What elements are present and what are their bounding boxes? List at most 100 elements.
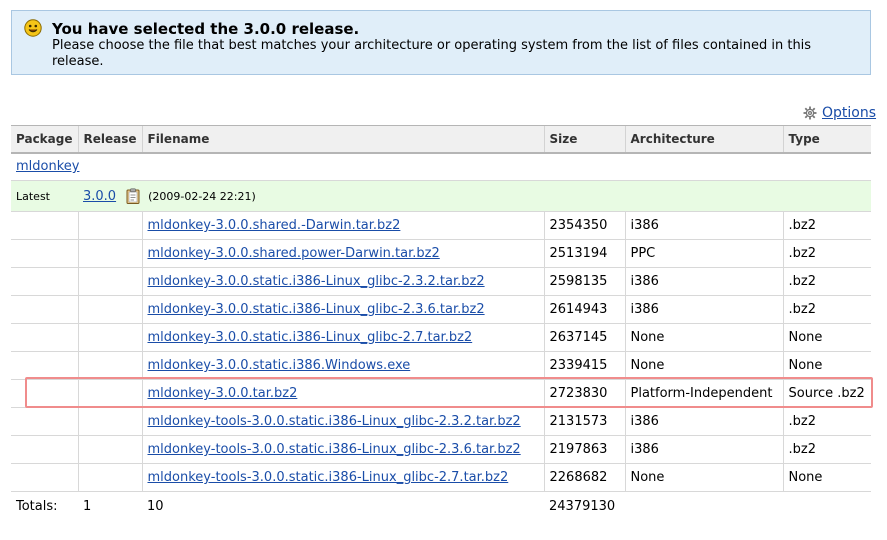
empty-cell xyxy=(77,211,142,240)
notice-message: Please choose the file that best matches… xyxy=(52,38,812,69)
architecture-cell: PPC xyxy=(624,239,783,268)
table-row: mldonkey-3.0.0.static.i386-Linux_glibc-2… xyxy=(11,295,871,324)
architecture-cell: None xyxy=(624,323,783,352)
column-header-type[interactable]: Type xyxy=(782,125,871,154)
filename-cell: mldonkey-tools-3.0.0.static.i386-Linux_g… xyxy=(141,463,544,492)
table-row: mldonkey-tools-3.0.0.static.i386-Linux_g… xyxy=(11,435,871,464)
empty-cell xyxy=(11,295,78,324)
architecture-cell: i386 xyxy=(624,435,783,464)
latest-release-row: Latest 3.0.0 (2009-02-24 22:21) xyxy=(11,180,871,212)
table-row: mldonkey-tools-3.0.0.static.i386-Linux_g… xyxy=(11,463,871,492)
empty-cell xyxy=(77,323,142,352)
architecture-cell: None xyxy=(624,351,783,380)
type-cell: .bz2 xyxy=(782,295,871,324)
size-cell: 2354350 xyxy=(543,211,625,240)
table-row: mldonkey-3.0.0.shared.-Darwin.tar.bz2 235… xyxy=(11,211,871,240)
empty-cell xyxy=(11,435,78,464)
clipboard-icon[interactable] xyxy=(126,188,140,204)
type-cell: .bz2 xyxy=(782,267,871,296)
totals-empty xyxy=(783,492,871,522)
table-header-row: Package Release Filename Size Architectu… xyxy=(11,125,871,154)
type-cell: .bz2 xyxy=(782,239,871,268)
filename-cell: mldonkey-tools-3.0.0.static.i386-Linux_g… xyxy=(141,435,544,464)
column-header-architecture[interactable]: Architecture xyxy=(624,125,783,154)
totals-label: Totals: xyxy=(16,499,58,515)
latest-release-cell: 3.0.0 (2009-02-24 22:21) xyxy=(78,180,871,212)
file-link[interactable]: mldonkey-3.0.0.static.i386.Windows.exe xyxy=(148,358,411,373)
empty-cell xyxy=(11,239,78,268)
empty-cell xyxy=(77,435,142,464)
empty-cell xyxy=(77,295,142,324)
table-row: mldonkey-3.0.0.static.i386-Linux_glibc-2… xyxy=(11,267,871,296)
architecture-cell: None xyxy=(624,463,783,492)
architecture-cell: i386 xyxy=(624,267,783,296)
empty-cell xyxy=(11,379,78,408)
filename-cell: mldonkey-tools-3.0.0.static.i386-Linux_g… xyxy=(141,407,544,436)
size-cell: 2197863 xyxy=(543,435,625,464)
architecture-cell: i386 xyxy=(624,211,783,240)
file-link[interactable]: mldonkey-tools-3.0.0.static.i386-Linux_g… xyxy=(148,442,521,457)
file-link[interactable]: mldonkey-tools-3.0.0.static.i386-Linux_g… xyxy=(148,470,509,485)
file-link[interactable]: mldonkey-3.0.0.static.i386-Linux_glibc-2… xyxy=(148,330,473,345)
file-link[interactable]: mldonkey-tools-3.0.0.static.i386-Linux_g… xyxy=(148,414,521,429)
type-cell: None xyxy=(782,351,871,380)
column-header-size[interactable]: Size xyxy=(543,125,625,154)
size-cell: 2513194 xyxy=(543,239,625,268)
filename-cell: mldonkey-3.0.0.static.i386-Linux_glibc-2… xyxy=(141,323,544,352)
empty-cell xyxy=(77,407,142,436)
type-cell: .bz2 xyxy=(782,407,871,436)
filename-cell: mldonkey-3.0.0.shared.-Darwin.tar.bz2 xyxy=(141,211,544,240)
file-link[interactable]: mldonkey-3.0.0.tar.bz2 xyxy=(148,386,298,401)
release-date: (2009-02-24 22:21) xyxy=(148,189,256,203)
package-link[interactable]: mldonkey xyxy=(16,159,79,174)
table-row: mldonkey-3.0.0.tar.bz2 2723830 Platform-In… xyxy=(11,379,871,408)
column-header-package[interactable]: Package xyxy=(11,125,78,154)
type-cell: Source .bz2 xyxy=(782,379,871,408)
type-cell: .bz2 xyxy=(782,211,871,240)
notice-title: You have selected the 3.0.0 release. xyxy=(52,20,360,38)
files-table: Package Release Filename Size Architectu… xyxy=(11,125,871,522)
package-cell: mldonkey xyxy=(11,152,871,181)
release-notice: You have selected the 3.0.0 release. Ple… xyxy=(11,10,871,75)
empty-cell xyxy=(11,211,78,240)
column-header-filename[interactable]: Filename xyxy=(141,125,544,154)
size-cell: 2637145 xyxy=(543,323,625,352)
size-cell: 2268682 xyxy=(543,463,625,492)
empty-cell xyxy=(77,351,142,380)
file-link[interactable]: mldonkey-3.0.0.static.i386-Linux_glibc-2… xyxy=(148,302,485,317)
options-link[interactable]: Options xyxy=(822,105,876,121)
filename-cell: mldonkey-3.0.0.static.i386-Linux_glibc-2… xyxy=(141,267,544,296)
size-cell: 2131573 xyxy=(543,407,625,436)
table-row: mldonkey-tools-3.0.0.static.i386-Linux_g… xyxy=(11,407,871,436)
filename-cell: mldonkey-3.0.0.static.i386.Windows.exe xyxy=(141,351,544,380)
empty-cell xyxy=(11,351,78,380)
empty-cell xyxy=(11,323,78,352)
type-cell: None xyxy=(782,323,871,352)
file-link[interactable]: mldonkey-3.0.0.shared.power-Darwin.tar.b… xyxy=(148,246,440,261)
file-link[interactable]: mldonkey-3.0.0.shared.-Darwin.tar.bz2 xyxy=(148,218,401,233)
type-cell: None xyxy=(782,463,871,492)
size-cell: 2723830 xyxy=(543,379,625,408)
filename-cell: mldonkey-3.0.0.tar.bz2 xyxy=(141,379,544,408)
release-link[interactable]: 3.0.0 xyxy=(83,189,116,204)
latest-label: Latest xyxy=(11,180,78,212)
empty-cell xyxy=(77,267,142,296)
architecture-cell: i386 xyxy=(624,295,783,324)
size-cell: 2339415 xyxy=(543,351,625,380)
table-row: mldonkey-3.0.0.static.i386.Windows.exe 23… xyxy=(11,351,871,380)
table-row: mldonkey-3.0.0.shared.power-Darwin.tar.b… xyxy=(11,239,871,268)
size-cell: 2598135 xyxy=(543,267,625,296)
type-cell: .bz2 xyxy=(782,435,871,464)
totals-row: Totals: 1 10 24379130 xyxy=(11,492,871,522)
column-header-release[interactable]: Release xyxy=(77,125,142,154)
empty-cell xyxy=(77,239,142,268)
architecture-cell: Platform-Independent xyxy=(624,379,783,408)
filename-cell: mldonkey-3.0.0.shared.power-Darwin.tar.b… xyxy=(141,239,544,268)
empty-cell xyxy=(77,463,142,492)
file-link[interactable]: mldonkey-3.0.0.static.i386-Linux_glibc-2… xyxy=(148,274,485,289)
empty-cell xyxy=(11,463,78,492)
options-control[interactable]: Options xyxy=(803,104,876,122)
architecture-cell: i386 xyxy=(624,407,783,436)
smiley-icon xyxy=(24,19,42,37)
totals-size: 24379130 xyxy=(549,499,616,515)
